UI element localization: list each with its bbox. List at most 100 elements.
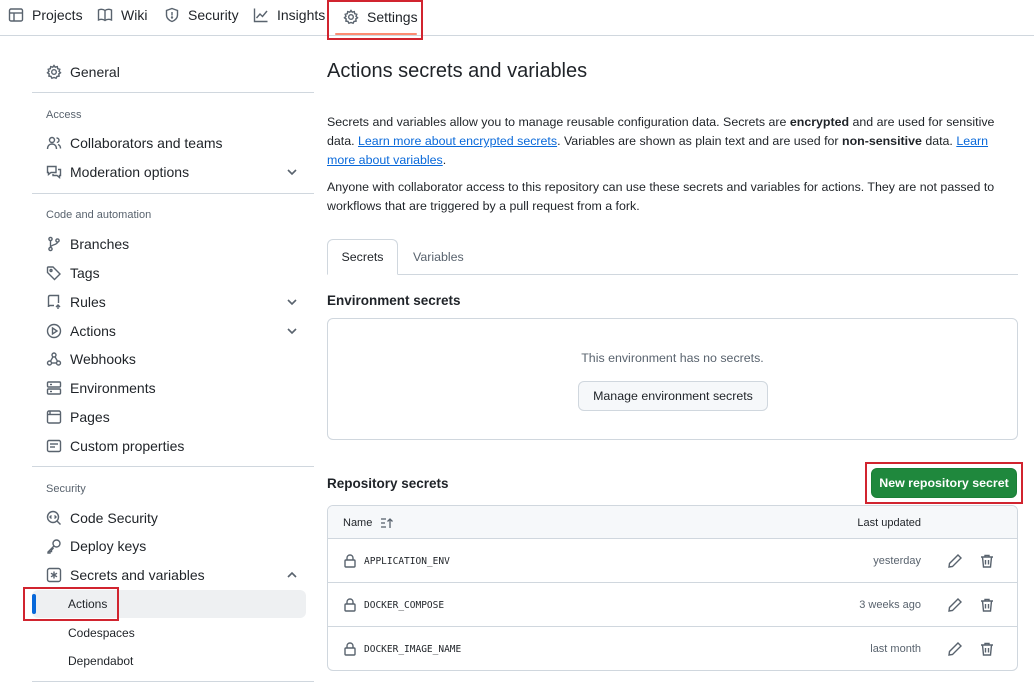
gear-icon xyxy=(46,64,62,80)
table-row: APPLICATION_ENV yesterday xyxy=(328,539,1017,583)
main-anchor: New repository secret Name Last updated … xyxy=(327,52,1023,671)
learn-more-secrets-link[interactable]: Learn more about encrypted secrets xyxy=(358,134,557,148)
selected-tab-underline xyxy=(335,33,417,35)
secret-updated: 3 weeks ago xyxy=(859,599,921,611)
sidebar-item-secrets-variables[interactable]: Secrets and variables xyxy=(32,561,306,589)
tab-variables[interactable]: Variables xyxy=(413,239,464,275)
secret-name: APPLICATION_ENV xyxy=(364,555,450,567)
new-repository-secret-button[interactable]: New repository secret xyxy=(871,468,1017,498)
intro-bold-non-sensitive: non-sensitive xyxy=(842,134,922,148)
codescan-icon xyxy=(46,510,61,525)
sidebar-item-rules[interactable]: Rules xyxy=(32,288,306,316)
chevron-down-icon[interactable] xyxy=(286,166,298,178)
lock-icon xyxy=(344,598,356,612)
tab-security[interactable]: Security xyxy=(164,0,239,30)
server-icon xyxy=(46,381,62,395)
chevron-down-icon[interactable] xyxy=(286,325,298,337)
sidebar-heading-code: Code and automation xyxy=(46,209,152,221)
access-note: Anyone with collaborator access to this … xyxy=(327,180,995,213)
trash-icon[interactable] xyxy=(979,641,995,657)
sidebar-item-actions[interactable]: Actions xyxy=(32,317,306,345)
intro-bold-encrypted: encrypted xyxy=(789,115,850,129)
settings-highlight: Settings xyxy=(327,0,423,40)
tab-label: Settings xyxy=(367,9,418,25)
sidebar-item-pages[interactable]: Pages xyxy=(32,403,306,431)
column-name-label: Name xyxy=(343,516,373,529)
sidebar-subitem-codespaces[interactable]: Codespaces xyxy=(32,619,306,647)
sidebar-item-moderation[interactable]: Moderation options xyxy=(32,158,306,186)
repo-push-icon xyxy=(47,294,61,309)
comment-discussion-icon xyxy=(46,165,62,179)
sidebar-item-label: Environments xyxy=(70,380,156,396)
sidebar-item-collaborators[interactable]: Collaborators and teams xyxy=(32,129,306,157)
table-row: DOCKER_IMAGE_NAME last month xyxy=(328,627,1017,670)
sidebar-item-webhooks[interactable]: Webhooks xyxy=(32,345,306,373)
play-icon xyxy=(46,323,62,339)
sidebar-item-deploy-keys[interactable]: Deploy keys xyxy=(32,532,306,560)
browser-icon xyxy=(46,410,62,424)
sidebar-item-label: General xyxy=(70,64,120,80)
sidebar-subitem-dependabot[interactable]: Dependabot xyxy=(32,647,306,675)
sidebar-item-label: Rules xyxy=(70,294,106,310)
intro-text-1: Secrets and variables allow you to manag… xyxy=(327,115,790,129)
column-last-updated: Last updated xyxy=(857,516,921,529)
sidebar-item-label: Pages xyxy=(70,409,110,425)
sidebar-item-label: Custom properties xyxy=(70,438,185,454)
sidebar-item-label: Tags xyxy=(70,265,100,281)
sort-asc-icon xyxy=(381,517,394,528)
pencil-icon[interactable] xyxy=(947,641,963,657)
tab-settings[interactable]: Settings xyxy=(343,2,418,32)
sidebar-item-label: Branches xyxy=(70,236,130,252)
empty-state-text: This environment has no secrets. xyxy=(581,351,764,365)
chevron-up-icon[interactable] xyxy=(286,569,298,581)
sidebar-item-custom-properties[interactable]: Custom properties xyxy=(32,432,306,460)
tab-insights[interactable]: Insights xyxy=(253,0,325,30)
sidebar-item-label: Deploy keys xyxy=(70,538,147,554)
sidebar-item-branches[interactable]: Branches xyxy=(32,230,306,258)
tab-label: Wiki xyxy=(121,7,148,23)
tag-icon xyxy=(46,266,61,281)
new-secret-highlight: New repository secret xyxy=(865,462,1023,504)
secret-name: DOCKER_COMPOSE xyxy=(364,599,445,611)
secret-name: DOCKER_IMAGE_NAME xyxy=(364,643,462,655)
people-icon xyxy=(46,136,62,150)
sidebar-item-environments[interactable]: Environments xyxy=(32,374,306,402)
tab-label: Projects xyxy=(32,7,83,23)
tab-projects[interactable]: Projects xyxy=(8,0,83,30)
trash-icon[interactable] xyxy=(979,597,995,613)
chevron-down-icon[interactable] xyxy=(286,296,298,308)
pencil-icon[interactable] xyxy=(947,597,963,613)
secret-updated: last month xyxy=(870,643,921,655)
asterisk-icon xyxy=(46,567,62,583)
manage-environment-secrets-button[interactable]: Manage environment secrets xyxy=(578,381,768,411)
intro-text: Secrets and variables allow you to manag… xyxy=(327,113,1018,170)
gear-icon xyxy=(343,9,359,25)
repository-secrets-heading: Repository secrets xyxy=(327,476,449,491)
table-header: Name Last updated xyxy=(328,506,1017,539)
actions-highlight xyxy=(23,587,119,621)
secret-updated: yesterday xyxy=(873,555,921,567)
sidebar-item-tags[interactable]: Tags xyxy=(32,259,306,287)
tab-secrets[interactable]: Secrets xyxy=(327,239,398,275)
note-icon xyxy=(46,439,62,453)
sidebar-item-label: Actions xyxy=(70,323,116,339)
git-branch-icon xyxy=(48,236,60,252)
page-title: Actions secrets and variables xyxy=(327,60,588,82)
tab-wiki[interactable]: Wiki xyxy=(97,0,147,30)
sidebar-subitem-label: Codespaces xyxy=(68,626,135,640)
pencil-icon[interactable] xyxy=(947,553,963,569)
sidebar-item-label: Secrets and variables xyxy=(70,567,205,583)
sidebar-subitem-label: Dependabot xyxy=(68,654,134,668)
column-name[interactable]: Name xyxy=(343,506,394,539)
sidebar-item-general[interactable]: General xyxy=(32,58,306,86)
trash-icon[interactable] xyxy=(979,553,995,569)
tab-label: Security xyxy=(188,7,239,23)
repository-secrets-table: Name Last updated APPLICATION_ENV yester… xyxy=(327,505,1018,671)
environment-secrets-box: This environment has no secrets. Manage … xyxy=(327,318,1018,440)
table-row: DOCKER_COMPOSE 3 weeks ago xyxy=(328,583,1017,627)
intro-text-5: . xyxy=(442,153,447,167)
sidebar-item-code-security[interactable]: Code Security xyxy=(32,504,306,532)
key-icon xyxy=(47,539,61,554)
tab-label: Insights xyxy=(277,7,326,23)
environment-secrets-heading: Environment secrets xyxy=(327,293,461,308)
